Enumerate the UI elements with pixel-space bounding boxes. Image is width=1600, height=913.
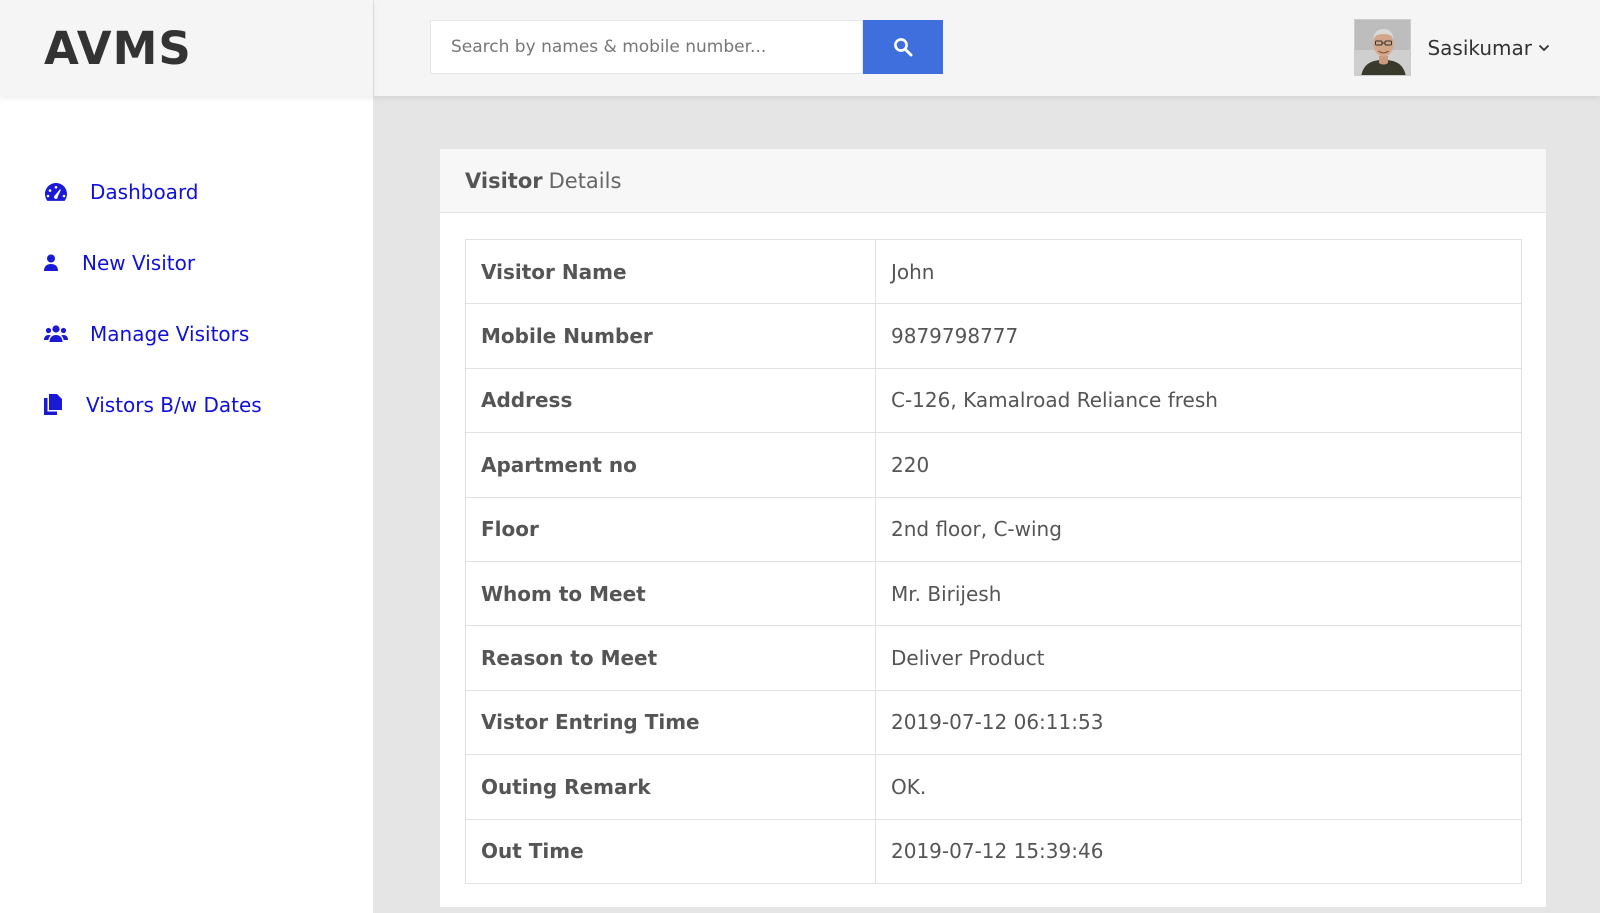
user-name[interactable]: Sasikumar <box>1427 36 1532 60</box>
row-value: 2019-07-12 15:39:46 <box>875 818 1522 884</box>
table-row: Whom to Meet Mr. Birijesh <box>465 560 1522 627</box>
card-title-light: Details <box>548 168 622 193</box>
search-icon <box>893 37 913 57</box>
table-row: Vistor Entring Time 2019-07-12 06:11:53 <box>465 689 1522 756</box>
sidebar-item-label: Dashboard <box>90 179 199 204</box>
table-row: Mobile Number 9879798777 <box>465 303 1522 369</box>
visitor-details-card: Visitor Details Visitor Name John Mobile… <box>439 148 1547 908</box>
row-label: Vistor Entring Time <box>465 689 876 756</box>
row-label: Visitor Name <box>465 238 876 305</box>
brand-bar: AVMS <box>0 0 373 96</box>
row-value: John <box>875 238 1522 305</box>
table-row: Reason to Meet Deliver Product <box>465 625 1522 691</box>
card-title-strong: Visitor <box>465 168 543 193</box>
row-label: Address <box>465 367 876 434</box>
row-label: Out Time <box>465 818 876 884</box>
sidebar: AVMS Dashboard New Visitor Manage Visito… <box>0 0 373 913</box>
user-icon <box>44 251 58 275</box>
sidebar-nav: Dashboard New Visitor Manage Visitors Vi… <box>0 156 373 440</box>
row-label: Mobile Number <box>465 303 876 369</box>
top-header: Sasikumar <box>373 0 1600 96</box>
table-row: Visitor Name John <box>465 238 1522 305</box>
row-value: OK. <box>875 754 1522 820</box>
user-menu[interactable]: Sasikumar <box>1354 19 1550 76</box>
chevron-down-icon[interactable] <box>1538 44 1550 52</box>
table-row: Out Time 2019-07-12 15:39:46 <box>465 818 1522 884</box>
app-root: AVMS Dashboard New Visitor Manage Visito… <box>0 0 1600 913</box>
row-label: Outing Remark <box>465 754 876 820</box>
row-value: Mr. Birijesh <box>875 560 1522 627</box>
users-icon <box>44 322 68 346</box>
sidebar-item-dashboard[interactable]: Dashboard <box>0 156 373 227</box>
sidebar-item-label: New Visitor <box>82 250 196 275</box>
row-label: Floor <box>465 496 876 562</box>
sidebar-item-label: Manage Visitors <box>90 321 250 346</box>
sidebar-item-new-visitor[interactable]: New Visitor <box>0 227 373 298</box>
search-bar <box>430 20 943 74</box>
row-label: Whom to Meet <box>465 560 876 627</box>
row-value: 9879798777 <box>875 303 1522 369</box>
search-input[interactable] <box>430 20 863 74</box>
row-value: Deliver Product <box>875 625 1522 691</box>
sidebar-item-label: Vistors B/w Dates <box>86 392 262 417</box>
table-row: Outing Remark OK. <box>465 754 1522 820</box>
row-label: Apartment no <box>465 432 876 498</box>
sidebar-item-visitors-between-dates[interactable]: Vistors B/w Dates <box>0 369 373 440</box>
sidebar-item-manage-visitors[interactable]: Manage Visitors <box>0 298 373 369</box>
row-label: Reason to Meet <box>465 625 876 691</box>
search-button[interactable] <box>863 20 943 74</box>
row-value: C-126, Kamalroad Reliance fresh <box>875 367 1522 434</box>
dashboard-gauge-icon <box>44 180 68 204</box>
app-logo[interactable]: AVMS <box>44 22 192 75</box>
row-value: 220 <box>875 432 1522 498</box>
visitor-details-table: Visitor Name John Mobile Number 98797987… <box>465 238 1522 884</box>
table-row: Address C-126, Kamalroad Reliance fresh <box>465 367 1522 434</box>
avatar[interactable] <box>1354 19 1412 76</box>
table-row: Floor 2nd floor, C-wing <box>465 496 1522 562</box>
card-title: Visitor Details <box>440 149 1546 213</box>
table-row: Apartment no 220 <box>465 432 1522 498</box>
row-value: 2019-07-12 06:11:53 <box>875 689 1522 756</box>
row-value: 2nd floor, C-wing <box>875 496 1522 562</box>
files-icon <box>44 393 62 417</box>
